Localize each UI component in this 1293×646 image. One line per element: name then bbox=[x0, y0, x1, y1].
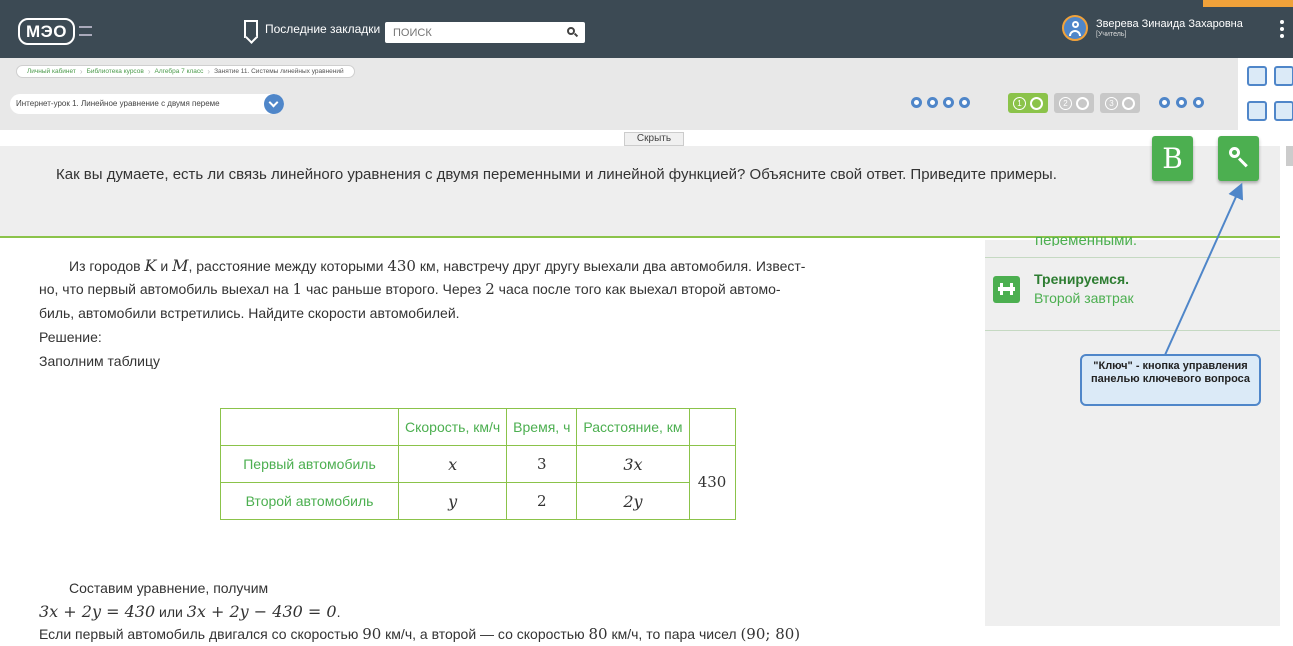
search-icon[interactable] bbox=[567, 27, 575, 35]
bookmarks-link[interactable]: Последние закладки bbox=[244, 20, 380, 38]
step-3[interactable]: 3 bbox=[1100, 93, 1140, 113]
outline-item-training[interactable]: Тренируемся. Второй завтрак bbox=[993, 270, 1134, 308]
callout-note: "Ключ" - кнопка управления панелью ключе… bbox=[1080, 354, 1261, 406]
solution-label: Решение: bbox=[39, 329, 102, 345]
table-cell: 3 bbox=[506, 445, 578, 483]
nav-first-icon[interactable] bbox=[911, 97, 922, 108]
step-2[interactable]: 2 bbox=[1054, 93, 1094, 113]
b-button[interactable]: В bbox=[1152, 136, 1193, 181]
table-cell: 2y bbox=[576, 482, 690, 520]
breadcrumb-item-cabinet[interactable]: Личный кабинет bbox=[23, 68, 80, 75]
divider bbox=[985, 330, 1280, 331]
table-header-cell bbox=[220, 408, 399, 446]
bookmarks-label: Последние закладки bbox=[265, 22, 381, 36]
user-name: Зверева Зинаида Захаровна bbox=[1096, 18, 1243, 30]
lesson-content: Из городов K и M, расстояние между котор… bbox=[0, 240, 985, 643]
fill-table-label: Заполним таблицу bbox=[39, 353, 160, 369]
divider bbox=[985, 257, 1280, 258]
outline-partial-item[interactable]: переменными. bbox=[1035, 232, 1235, 246]
nav-forward-icon[interactable] bbox=[1176, 97, 1187, 108]
outline-item-subtitle: Второй завтрак bbox=[1034, 290, 1134, 306]
table-cell: x bbox=[397, 445, 508, 483]
step-number: 2 bbox=[1059, 96, 1072, 110]
breadcrumb: Личный кабинет › Библиотека курсов › Алг… bbox=[16, 65, 355, 78]
bookmark-icon bbox=[244, 20, 258, 38]
key-button[interactable] bbox=[1218, 136, 1259, 181]
step-ring-icon bbox=[1076, 96, 1089, 110]
equation-line: 3x + 2y = 430 или 3x + 2y − 430 = 0. bbox=[39, 602, 341, 621]
side-tools bbox=[1238, 58, 1293, 130]
step-number: 1 bbox=[1013, 96, 1026, 110]
table-header-cell: Время, ч bbox=[506, 408, 578, 446]
solution-table: Скорость, км/ч Время, ч Расстояние, км П… bbox=[220, 408, 736, 520]
key-question-panel: Как вы думаете, есть ли связь линейного … bbox=[0, 146, 1280, 238]
search-input[interactable] bbox=[385, 26, 555, 39]
table-row: Второй автомобиль y 2 2y bbox=[220, 482, 736, 520]
nav-next-icon[interactable] bbox=[943, 97, 954, 108]
calendar-icon[interactable] bbox=[1274, 66, 1293, 86]
breadcrumb-item-library[interactable]: Библиотека курсов bbox=[83, 68, 148, 75]
table-cell-label: Второй автомобиль bbox=[220, 482, 399, 520]
last-line: Если первый автомобиль двигался со скоро… bbox=[39, 625, 801, 643]
nav-last-icon[interactable] bbox=[1193, 97, 1204, 108]
search-box[interactable] bbox=[385, 22, 585, 43]
nav-prev-icon[interactable] bbox=[927, 97, 938, 108]
notes-icon[interactable] bbox=[1247, 66, 1267, 86]
step-ring-icon bbox=[1122, 96, 1135, 110]
key-icon bbox=[1229, 147, 1240, 158]
logo-lines-icon bbox=[78, 26, 92, 36]
user-role: [Учитель] bbox=[1096, 31, 1127, 38]
compose-line: Составим уравнение, получим bbox=[69, 580, 269, 596]
nav-edit-icon[interactable] bbox=[959, 97, 970, 108]
key-question-text: Как вы думаете, есть ли связь линейного … bbox=[56, 166, 1057, 183]
logo-text: МЭО bbox=[18, 17, 75, 45]
table-cell-total: 430 bbox=[688, 445, 736, 520]
avatar[interactable] bbox=[1062, 15, 1088, 41]
step-number: 3 bbox=[1105, 96, 1118, 110]
step-ring-icon bbox=[1030, 96, 1043, 110]
problem-line-1: Из городов K и M, расстояние между котор… bbox=[69, 256, 806, 275]
table-cell-label: Первый автомобиль bbox=[220, 445, 399, 483]
problem-line-2: но, что первый автомобиль выехал на 1 ча… bbox=[39, 280, 781, 298]
lesson-select[interactable]: Интернет-урок 1. Линейное уравнение с дв… bbox=[10, 94, 284, 114]
top-bar: МЭО Последние закладки Зверева Зинаида З… bbox=[0, 0, 1293, 58]
more-menu-icon[interactable] bbox=[1270, 12, 1293, 46]
outline-item-title: Тренируемся. bbox=[1034, 271, 1130, 287]
dumbbell-icon bbox=[993, 276, 1020, 303]
lesson-toolbar: Личный кабинет › Библиотека курсов › Алг… bbox=[0, 58, 1238, 130]
chevron-down-icon[interactable] bbox=[264, 94, 284, 114]
orange-strip bbox=[1203, 0, 1293, 7]
table-cell: y bbox=[397, 482, 508, 520]
chat-icon[interactable] bbox=[1274, 101, 1293, 121]
table-header-cell: Скорость, км/ч bbox=[397, 408, 508, 446]
logo[interactable]: МЭО bbox=[18, 17, 92, 45]
user-profile[interactable]: Зверева Зинаида Захаровна [Учитель] bbox=[1062, 15, 1243, 41]
table-cell: 3x bbox=[576, 445, 690, 483]
nav-dot-icon[interactable] bbox=[1159, 97, 1170, 108]
table-cell: 2 bbox=[506, 482, 578, 520]
table-row: Первый автомобиль x 3 3x 430 bbox=[220, 445, 736, 520]
step-1[interactable]: 1 bbox=[1008, 93, 1048, 113]
table-row: Скорость, км/ч Время, ч Расстояние, км bbox=[220, 408, 736, 446]
scrollbar[interactable] bbox=[1286, 146, 1293, 166]
breadcrumb-item-course[interactable]: Алгебра 7 класс bbox=[151, 68, 208, 75]
table-header-cell: Расстояние, км bbox=[576, 408, 690, 446]
table-header-cell bbox=[688, 408, 736, 446]
breadcrumb-item-lesson: Занятие 11. Системы линейных уравнений bbox=[214, 68, 344, 75]
lesson-select-value: Интернет-урок 1. Линейное уравнение с дв… bbox=[16, 99, 220, 108]
problem-line-3: биль, автомобили встретились. Найдите ск… bbox=[39, 305, 460, 321]
table-icon[interactable] bbox=[1247, 101, 1267, 121]
lesson-outline-panel: переменными. Тренируемся. Второй завтрак bbox=[985, 232, 1280, 626]
hide-button[interactable]: Скрыть bbox=[624, 132, 684, 146]
